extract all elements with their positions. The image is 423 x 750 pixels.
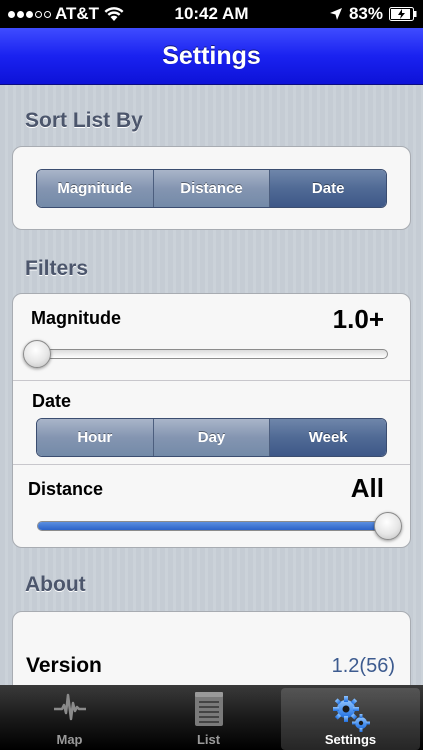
sort-date-segment[interactable]: Date (270, 170, 386, 207)
seismograph-icon (53, 693, 86, 721)
magnitude-filter-cell: Magnitude 1.0+ (13, 294, 410, 380)
navigation-bar: Settings (0, 28, 423, 85)
date-segmented-control: Hour Day Week (36, 418, 387, 457)
about-group: Version 1.2(56) (12, 611, 411, 685)
version-label: Version (26, 654, 102, 677)
status-bar: AT&T 10:42 AM 83% (0, 0, 423, 28)
location-arrow-icon (329, 8, 342, 20)
list-icon (194, 692, 223, 726)
distance-slider-thumb[interactable] (374, 512, 402, 540)
version-value: 1.2(56) (331, 655, 395, 677)
magnitude-value: 1.0+ (332, 304, 384, 334)
page-title: Settings (162, 42, 261, 70)
magnitude-slider-thumb[interactable] (23, 340, 51, 368)
magnitude-label: Magnitude (31, 308, 121, 328)
settings-content[interactable]: Sort List By Magnitude Distance Date Fil… (0, 85, 423, 685)
sort-section-header: Sort List By (25, 109, 143, 132)
about-section-header: About (25, 573, 86, 596)
date-label: Date (32, 391, 72, 411)
distance-slider-fill (38, 522, 387, 530)
tab-map-label: Map (56, 732, 83, 747)
gears-icon (332, 696, 370, 732)
battery-charging-icon (389, 7, 417, 21)
tab-map[interactable]: Map (0, 685, 139, 750)
distance-slider-track[interactable] (37, 521, 388, 531)
distance-filter-cell: Distance All (13, 464, 410, 547)
sort-segmented-control: Magnitude Distance Date (36, 169, 387, 208)
distance-label: Distance (28, 479, 104, 499)
sort-distance-segment[interactable]: Distance (153, 170, 271, 207)
tab-bar: Map List Settings (0, 685, 423, 750)
tab-settings-label: Settings (324, 732, 377, 747)
status-right: 83% (329, 4, 417, 24)
battery-percent: 83% (348, 4, 383, 23)
date-week-segment[interactable]: Week (270, 419, 386, 456)
tab-settings[interactable]: Settings (281, 688, 420, 750)
date-filter-cell: Date Hour Day Week (13, 380, 410, 464)
date-hour-segment[interactable]: Hour (37, 419, 154, 456)
filters-section-header: Filters (25, 257, 89, 280)
distance-value: All (350, 473, 384, 503)
tab-list-label: List (196, 732, 221, 747)
tab-list[interactable]: List (139, 685, 278, 750)
sort-group: Magnitude Distance Date (12, 146, 411, 230)
magnitude-slider-track[interactable] (37, 349, 388, 359)
filters-group: Magnitude 1.0+ Date Hour Day Week Distan… (12, 293, 411, 548)
sort-magnitude-segment[interactable]: Magnitude (37, 170, 154, 207)
date-day-segment[interactable]: Day (153, 419, 271, 456)
